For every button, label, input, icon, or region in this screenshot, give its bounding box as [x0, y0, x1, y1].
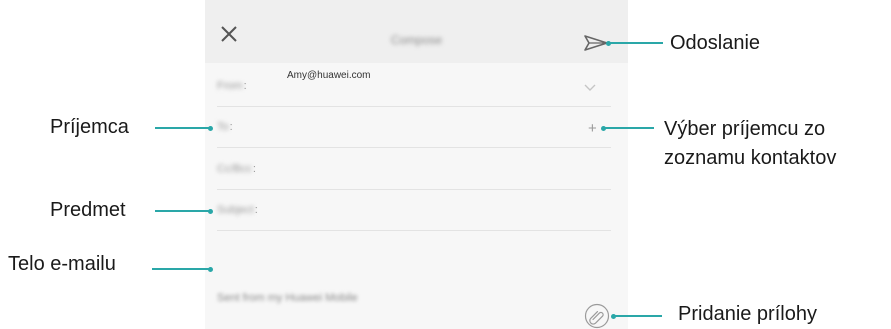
body-callout-line	[152, 268, 210, 270]
recipient-callout-dot	[208, 126, 213, 131]
subject-callout-line	[155, 210, 210, 212]
recipient-callout-label: Príjemca	[50, 116, 129, 138]
subject-callout-dot	[208, 209, 213, 214]
ccbcc-field[interactable]: Cc/Bcc:	[217, 163, 256, 175]
from-field-label: From:	[217, 80, 247, 92]
contact-picker-callout-line	[604, 127, 654, 129]
contact-picker-callout-line1: Výber príjemcu zo	[664, 118, 826, 140]
body-callout-label: Telo e-mailu	[8, 253, 116, 275]
to-row-divider	[217, 147, 611, 148]
ccbcc-row-divider	[217, 189, 611, 190]
screen-title: Compose	[390, 33, 443, 47]
compose-screen: Compose From: Amy@huawei.com To: + Cc/Bc…	[205, 0, 628, 329]
subject-row-divider	[217, 230, 611, 231]
subject-callout-label: Predmet	[50, 199, 126, 221]
subject-field[interactable]: Subject:	[217, 204, 258, 216]
body-callout-dot	[208, 267, 213, 272]
send-callout-label: Odoslanie	[670, 32, 761, 54]
contact-picker-callout-line2: zoznamu kontaktov	[664, 147, 837, 169]
toolbar: Compose	[205, 0, 628, 63]
attachment-callout-label: Pridanie prílohy	[678, 303, 817, 325]
from-row-divider	[217, 106, 611, 107]
send-callout-line	[609, 42, 663, 44]
recipient-callout-line	[155, 127, 210, 129]
chevron-down-icon[interactable]	[584, 84, 596, 92]
attachment-callout-line	[614, 315, 662, 317]
attachment-icon[interactable]	[584, 303, 610, 329]
to-field[interactable]: To:	[217, 121, 233, 133]
add-recipient-plus-icon[interactable]: +	[588, 120, 597, 137]
from-address[interactable]: Amy@huawei.com	[287, 70, 371, 81]
signature-text[interactable]: Sent from my Huawei Mobile	[217, 292, 358, 304]
